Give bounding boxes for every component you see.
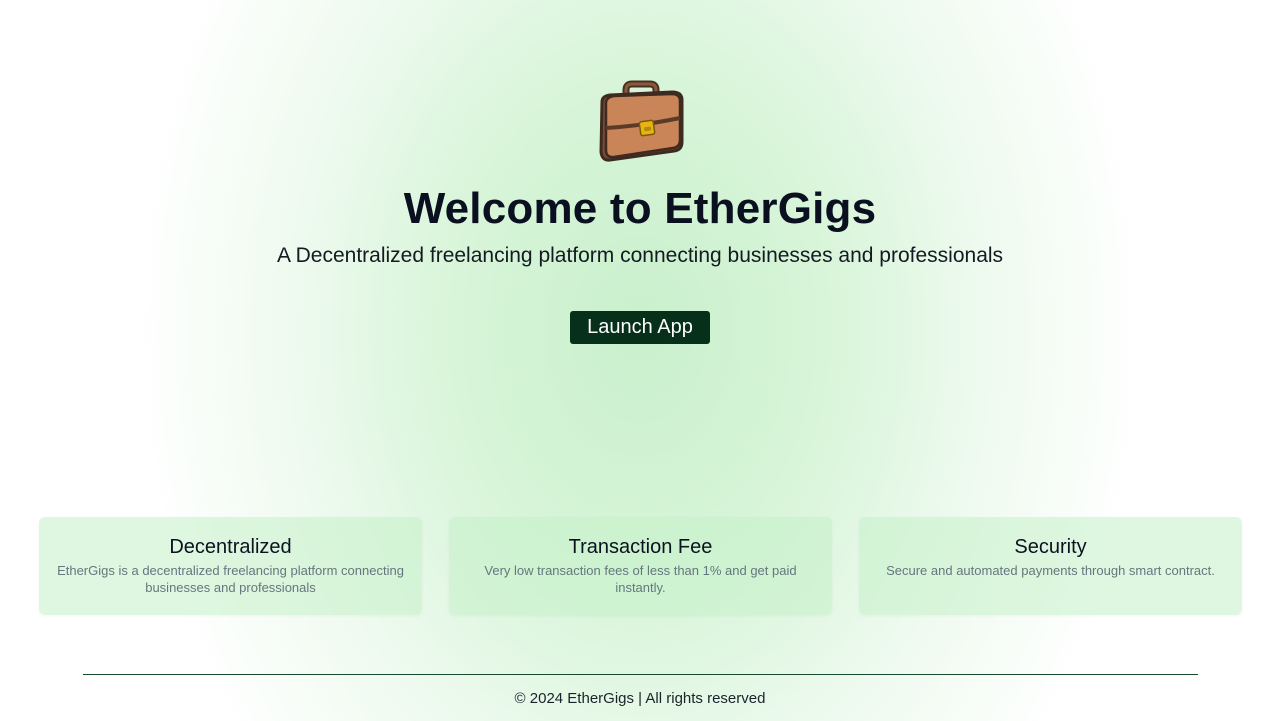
feature-card-transaction-fee: Transaction Fee Very low transaction fee…: [449, 517, 832, 615]
feature-card-title: Transaction Fee: [568, 536, 713, 558]
launch-app-button[interactable]: Launch App: [570, 311, 710, 344]
feature-card-text: Very low transaction fees of less than 1…: [484, 563, 797, 595]
features-section: Decentralized EtherGigs is a decentraliz…: [39, 517, 1242, 615]
footer-copyright: © 2024 EtherGigs | All rights reserved: [514, 690, 766, 707]
page-subtitle: A Decentralized freelancing platform con…: [276, 244, 1004, 267]
feature-card-decentralized: Decentralized EtherGigs is a decentraliz…: [39, 517, 422, 615]
feature-card-security: Security Secure and automated payments t…: [859, 517, 1242, 615]
page-title: Welcome to EtherGigs: [403, 184, 877, 233]
footer-divider: [83, 674, 1198, 675]
feature-card-text: Secure and automated payments through sm…: [886, 563, 1215, 578]
feature-card-title: Decentralized: [169, 536, 292, 558]
feature-card-text: EtherGigs is a decentralized freelancing…: [57, 563, 404, 595]
feature-card-title: Security: [1014, 536, 1087, 558]
briefcase-icon: [599, 80, 684, 162]
